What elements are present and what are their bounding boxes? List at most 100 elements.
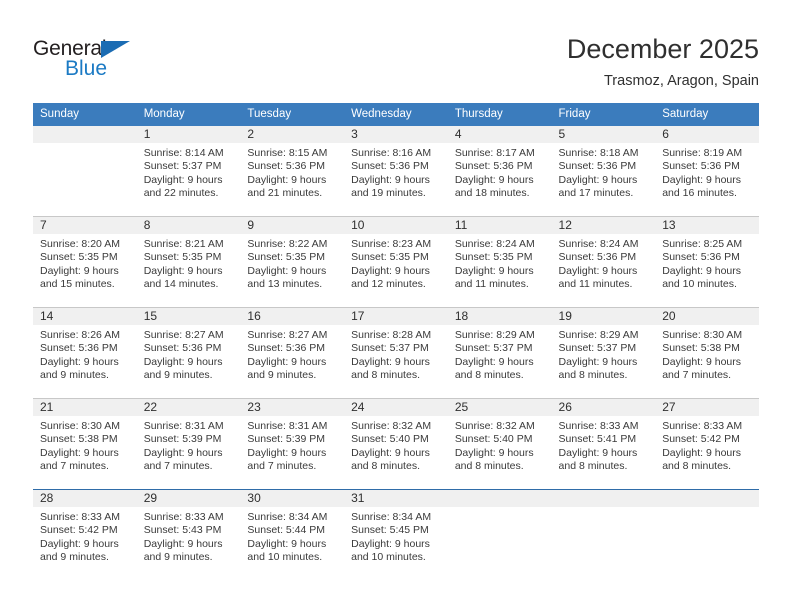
calendar-day-cell[interactable]: 27 Sunrise: 8:33 AM Sunset: 5:42 PM Dayligh… [655, 398, 759, 490]
daylight-duration-line2: and 9 minutes. [40, 369, 109, 382]
calendar-grid: Sunday Monday Tuesday Wednesday Thursday… [33, 103, 759, 580]
sunset-time: Sunset: 5:39 PM [247, 433, 326, 446]
calendar-day-cell[interactable]: 4 Sunrise: 8:17 AM Sunset: 5:36 PM Daylight… [447, 126, 552, 217]
day-cell-inner [33, 126, 137, 216]
day-cell-inner: 26 Sunrise: 8:33 AM Sunset: 5:41 PM Dayligh… [551, 399, 656, 489]
day-number: 10 [344, 217, 448, 234]
day-number: 23 [240, 399, 345, 416]
daylight-duration-line1: Daylight: 9 hours [40, 264, 119, 277]
sunrise-time: Sunrise: 8:34 AM [247, 511, 328, 523]
day-details: Sunrise: 8:34 AM Sunset: 5:44 PM Daylight:… [240, 507, 344, 565]
day-details: Sunrise: 8:17 AM Sunset: 5:36 PM Daylight:… [448, 143, 552, 201]
calendar-day-cell[interactable]: 6 Sunrise: 8:19 AM Sunset: 5:36 PM Daylight… [655, 126, 759, 217]
sunset-time: Sunset: 5:35 PM [40, 251, 118, 264]
calendar-day-cell[interactable]: 26 Sunrise: 8:33 AM Sunset: 5:41 PM Dayligh… [551, 398, 656, 490]
calendar-week-row: 14 Sunrise: 8:26 AM Sunset: 5:36 PM Dayligh… [33, 307, 759, 399]
day-cell-inner: 24 Sunrise: 8:32 AM Sunset: 5:40 PM Dayligh… [344, 399, 448, 489]
calendar-day-cell[interactable]: 3 Sunrise: 8:16 AM Sunset: 5:36 PM Daylight… [344, 126, 448, 217]
day-cell-inner: 20 Sunrise: 8:30 AM Sunset: 5:38 PM Dayligh… [655, 308, 759, 398]
day-details: Sunrise: 8:32 AM Sunset: 5:40 PM Daylight:… [448, 416, 552, 474]
sunset-time: Sunset: 5:37 PM [558, 342, 637, 355]
daylight-duration-line1: Daylight: 9 hours [454, 173, 534, 186]
calendar-day-cell[interactable]: 9 Sunrise: 8:22 AM Sunset: 5:35 PM Daylight… [240, 216, 345, 308]
calendar-day-cell[interactable]: 18 Sunrise: 8:29 AM Sunset: 5:37 PM Dayligh… [447, 307, 552, 399]
daylight-duration-line1: Daylight: 9 hours [454, 355, 534, 368]
calendar-day-cell[interactable]: 1 Sunrise: 8:14 AM Sunset: 5:37 PM Daylight… [136, 126, 241, 217]
calendar-day-cell[interactable]: 19 Sunrise: 8:29 AM Sunset: 5:37 PM Dayligh… [551, 307, 656, 399]
day-cell-inner: 7 Sunrise: 8:20 AM Sunset: 5:35 PM Daylight… [33, 217, 137, 307]
day-cell-inner: 8 Sunrise: 8:21 AM Sunset: 5:35 PM Daylight… [136, 217, 241, 307]
calendar-day-cell[interactable]: 12 Sunrise: 8:24 AM Sunset: 5:36 PM Dayligh… [551, 216, 656, 308]
calendar-day-cell[interactable]: 8 Sunrise: 8:21 AM Sunset: 5:35 PM Daylight… [136, 216, 241, 308]
day-number: 20 [655, 308, 759, 325]
calendar-day-cell[interactable]: 23 Sunrise: 8:31 AM Sunset: 5:39 PM Dayligh… [240, 398, 345, 490]
calendar-day-cell[interactable]: 2 Sunrise: 8:15 AM Sunset: 5:36 PM Daylight… [240, 126, 345, 217]
sunset-time: Sunset: 5:36 PM [662, 160, 740, 173]
calendar-day-cell[interactable]: 16 Sunrise: 8:27 AM Sunset: 5:36 PM Dayligh… [240, 307, 345, 399]
day-details: Sunrise: 8:23 AM Sunset: 5:35 PM Daylight:… [344, 234, 448, 292]
calendar-day-cell[interactable]: 24 Sunrise: 8:32 AM Sunset: 5:40 PM Dayligh… [344, 398, 448, 490]
calendar-day-cell[interactable]: 22 Sunrise: 8:31 AM Sunset: 5:39 PM Dayligh… [136, 398, 241, 490]
calendar-day-cell[interactable]: 20 Sunrise: 8:30 AM Sunset: 5:38 PM Dayligh… [655, 307, 759, 399]
daylight-duration-line1: Daylight: 9 hours [662, 173, 742, 186]
logo-triangle-icon [101, 41, 130, 58]
day-number: 2 [240, 126, 345, 143]
day-cell-inner: 13 Sunrise: 8:25 AM Sunset: 5:36 PM Dayligh… [655, 217, 759, 307]
day-cell-inner [551, 490, 656, 580]
calendar-day-cell[interactable]: 30 Sunrise: 8:34 AM Sunset: 5:44 PM Dayligh… [240, 489, 345, 580]
sunrise-time: Sunrise: 8:29 AM [558, 329, 639, 341]
calendar-empty-cell [33, 126, 137, 217]
day-cell-inner: 31 Sunrise: 8:34 AM Sunset: 5:45 PM Dayligh… [344, 490, 448, 580]
sunrise-time: Sunrise: 8:17 AM [454, 147, 535, 159]
day-cell-inner: 2 Sunrise: 8:15 AM Sunset: 5:36 PM Daylight… [240, 126, 345, 216]
calendar-day-cell[interactable]: 31 Sunrise: 8:34 AM Sunset: 5:45 PM Dayligh… [344, 489, 448, 580]
day-number [551, 490, 656, 507]
calendar-day-cell[interactable]: 21 Sunrise: 8:30 AM Sunset: 5:38 PM Dayligh… [33, 398, 137, 490]
calendar-day-cell[interactable]: 10 Sunrise: 8:23 AM Sunset: 5:35 PM Dayligh… [344, 216, 448, 308]
calendar-day-cell[interactable]: 13 Sunrise: 8:25 AM Sunset: 5:36 PM Dayligh… [655, 216, 759, 308]
daylight-duration-line2: and 7 minutes. [662, 369, 732, 382]
day-number: 5 [551, 126, 656, 143]
calendar-week-row: 28 Sunrise: 8:33 AM Sunset: 5:42 PM Dayligh… [33, 489, 759, 580]
day-number: 14 [33, 308, 137, 325]
day-number: 16 [240, 308, 345, 325]
page-header: General Blue December 2025 Trasmoz, Arag… [0, 0, 792, 102]
sunset-time: Sunset: 5:36 PM [143, 342, 222, 355]
day-details: Sunrise: 8:33 AM Sunset: 5:42 PM Daylight:… [655, 416, 759, 474]
sunset-time: Sunset: 5:36 PM [662, 251, 740, 264]
calendar-day-cell[interactable]: 5 Sunrise: 8:18 AM Sunset: 5:36 PM Daylight… [551, 126, 656, 217]
daylight-duration-line2: and 8 minutes. [454, 460, 524, 473]
title-block: December 2025 Trasmoz, Aragon, Spain [567, 33, 759, 91]
daylight-duration-line2: and 7 minutes. [247, 460, 317, 473]
daylight-duration-line1: Daylight: 9 hours [558, 355, 638, 368]
sunset-time: Sunset: 5:37 PM [351, 342, 429, 355]
calendar-day-cell[interactable]: 17 Sunrise: 8:28 AM Sunset: 5:37 PM Dayligh… [344, 307, 448, 399]
sunset-time: Sunset: 5:39 PM [143, 433, 222, 446]
calendar-day-cell[interactable]: 15 Sunrise: 8:27 AM Sunset: 5:36 PM Dayligh… [136, 307, 241, 399]
daylight-duration-line2: and 11 minutes. [454, 278, 529, 291]
day-cell-inner: 25 Sunrise: 8:32 AM Sunset: 5:40 PM Dayligh… [447, 399, 552, 489]
sunset-time: Sunset: 5:36 PM [558, 160, 637, 173]
calendar-day-cell[interactable]: 7 Sunrise: 8:20 AM Sunset: 5:35 PM Daylight… [33, 216, 137, 308]
sunset-time: Sunset: 5:40 PM [454, 433, 533, 446]
day-number: 29 [136, 490, 241, 507]
calendar-day-cell[interactable]: 29 Sunrise: 8:33 AM Sunset: 5:43 PM Dayligh… [136, 489, 241, 580]
day-cell-inner: 19 Sunrise: 8:29 AM Sunset: 5:37 PM Dayligh… [551, 308, 656, 398]
day-cell-inner: 11 Sunrise: 8:24 AM Sunset: 5:35 PM Dayligh… [447, 217, 552, 307]
day-details: Sunrise: 8:25 AM Sunset: 5:36 PM Daylight:… [655, 234, 759, 292]
sunset-time: Sunset: 5:36 PM [351, 160, 429, 173]
sunrise-time: Sunrise: 8:27 AM [247, 329, 328, 341]
daylight-duration-line2: and 10 minutes. [662, 278, 737, 291]
daylight-duration-line2: and 7 minutes. [40, 460, 109, 473]
daylight-duration-line1: Daylight: 9 hours [351, 537, 430, 550]
sunrise-time: Sunrise: 8:22 AM [247, 238, 328, 250]
weekday-header-thursday: Thursday [447, 103, 552, 126]
calendar-day-cell[interactable]: 14 Sunrise: 8:26 AM Sunset: 5:36 PM Dayligh… [33, 307, 137, 399]
daylight-duration-line1: Daylight: 9 hours [247, 537, 327, 550]
general-blue-logo[interactable]: General Blue [33, 38, 193, 88]
calendar-day-cell[interactable]: 11 Sunrise: 8:24 AM Sunset: 5:35 PM Dayligh… [447, 216, 552, 308]
calendar-day-cell[interactable]: 28 Sunrise: 8:33 AM Sunset: 5:42 PM Dayligh… [33, 489, 137, 580]
sunrise-time: Sunrise: 8:25 AM [662, 238, 743, 250]
calendar-day-cell[interactable]: 25 Sunrise: 8:32 AM Sunset: 5:40 PM Dayligh… [447, 398, 552, 490]
sunset-time: Sunset: 5:37 PM [454, 342, 533, 355]
